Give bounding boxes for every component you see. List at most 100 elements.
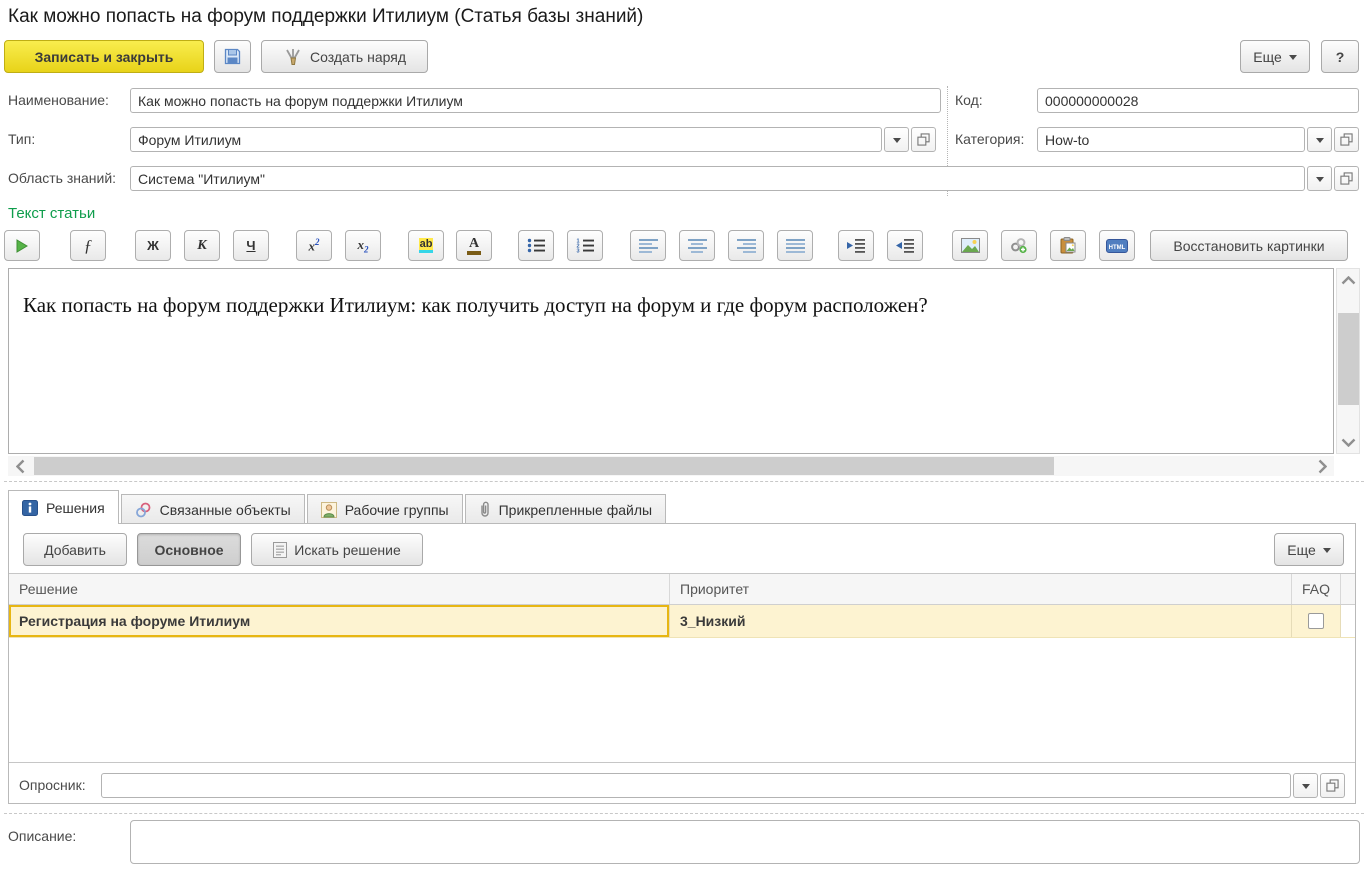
italic-button[interactable]: К [184, 230, 220, 261]
cell-solution[interactable]: Регистрация на форуме Итилиум [9, 605, 670, 637]
knowledge-area-dropdown-button[interactable] [1307, 166, 1332, 191]
scroll-right-icon[interactable] [1314, 456, 1330, 476]
formula-button[interactable]: ƒ [70, 230, 106, 261]
tab-attached-files[interactable]: Прикрепленные файлы [465, 494, 666, 524]
code-input[interactable] [1037, 88, 1359, 113]
underline-button[interactable]: Ч [233, 230, 269, 261]
article-text-editor[interactable]: Как попасть на форум поддержки Итилиум: … [8, 268, 1334, 454]
superscript-icon: x2 [309, 237, 320, 254]
article-vertical-scrollbar[interactable] [1336, 268, 1360, 454]
article-text: Как попасть на форум поддержки Итилиум: … [23, 293, 1319, 318]
indent-decrease-button[interactable] [887, 230, 923, 261]
tab-linked-objects[interactable]: Связанные объекты [121, 494, 305, 524]
type-open-button[interactable] [911, 127, 936, 152]
paste-icon [1060, 237, 1076, 254]
highlight-color-button[interactable]: ab [408, 230, 444, 261]
image-icon [961, 238, 980, 253]
superscript-button[interactable]: x2 [296, 230, 332, 261]
save-and-close-button[interactable]: Записать и закрыть [4, 40, 204, 73]
description-textarea[interactable] [130, 820, 1360, 864]
create-order-icon [283, 47, 303, 67]
add-button[interactable]: Добавить [23, 533, 127, 566]
scroll-left-icon[interactable] [12, 456, 28, 476]
more-button-solutions[interactable]: Еще [1274, 533, 1344, 566]
add-label: Добавить [44, 542, 106, 558]
chevron-down-icon [1302, 784, 1310, 793]
insert-link-button[interactable] [1001, 230, 1037, 261]
type-input[interactable] [130, 127, 882, 152]
search-solution-button[interactable]: Искать решение [251, 533, 423, 566]
highlight-color-icon: ab [419, 238, 434, 253]
type-dropdown-button[interactable] [884, 127, 909, 152]
more-button-top[interactable]: Еще [1240, 40, 1310, 73]
indent-increase-button[interactable] [838, 230, 874, 261]
cell-priority[interactable]: 3_Низкий [670, 605, 1292, 637]
underline-icon: Ч [246, 238, 255, 253]
numbered-list-button[interactable]: 1 2 3 [567, 230, 603, 261]
scrollbar-thumb[interactable] [34, 457, 1054, 475]
article-horizontal-scrollbar[interactable] [8, 456, 1334, 476]
scroll-up-icon[interactable] [1337, 273, 1359, 287]
save-and-close-label: Записать и закрыть [35, 49, 174, 65]
floppy-icon [223, 47, 242, 66]
align-center-button[interactable] [679, 230, 715, 261]
align-left-button[interactable] [630, 230, 666, 261]
subscript-button[interactable]: x2 [345, 230, 381, 261]
tab-label: Связанные объекты [160, 502, 291, 518]
bold-button[interactable]: Ж [135, 230, 171, 261]
scrollbar-thumb[interactable] [1338, 313, 1359, 405]
search-solution-label: Искать решение [294, 542, 401, 558]
category-open-button[interactable] [1334, 127, 1359, 152]
tab-label: Прикрепленные файлы [499, 502, 652, 518]
justify-button[interactable] [777, 230, 813, 261]
solutions-table: Решение Приоритет FAQ Регистрация на фор… [9, 573, 1355, 763]
questionnaire-dropdown-button[interactable] [1293, 773, 1318, 798]
preview-button[interactable] [4, 230, 40, 261]
html-source-button[interactable]: HTML [1099, 230, 1135, 261]
font-color-button[interactable]: A [456, 230, 492, 261]
category-dropdown-button[interactable] [1307, 127, 1332, 152]
category-label: Категория: [955, 127, 1024, 152]
align-center-icon [688, 239, 707, 253]
chevron-down-icon [1316, 138, 1324, 147]
work-groups-icon [321, 502, 337, 518]
description-label: Описание: [8, 824, 76, 849]
insert-image-button[interactable] [952, 230, 988, 261]
questionnaire-open-button[interactable] [1320, 773, 1345, 798]
tab-solutions[interactable]: Решения [8, 490, 119, 524]
column-header-priority[interactable]: Приоритет [670, 574, 1292, 604]
help-button[interactable]: ? [1321, 40, 1359, 73]
knowledge-area-open-button[interactable] [1334, 166, 1359, 191]
name-input[interactable] [130, 88, 941, 113]
faq-checkbox[interactable] [1308, 613, 1324, 629]
open-icon [1340, 172, 1353, 185]
chevron-down-icon [1289, 55, 1297, 64]
bulleted-list-button[interactable] [518, 230, 554, 261]
column-header-solution[interactable]: Решение [9, 574, 670, 604]
subscript-icon: x2 [358, 237, 369, 255]
article-section-title: Текст статьи [8, 205, 95, 222]
bulleted-list-icon [527, 238, 546, 253]
open-icon [1326, 779, 1339, 792]
help-label: ? [1336, 49, 1345, 65]
restore-pictures-button[interactable]: Восстановить картинки [1150, 230, 1348, 261]
info-icon [22, 500, 38, 516]
questionnaire-input[interactable] [101, 773, 1291, 798]
main-button[interactable]: Основное [137, 533, 241, 566]
open-icon [1340, 133, 1353, 146]
questionnaire-label: Опросник: [19, 773, 86, 798]
table-row[interactable]: Регистрация на форуме Итилиум 3_Низкий [9, 605, 1355, 638]
code-label: Код: [955, 88, 983, 113]
knowledge-area-input[interactable] [130, 166, 1305, 191]
more-label: Еще [1253, 49, 1282, 65]
indent-increase-icon [846, 238, 866, 253]
tab-work-groups[interactable]: Рабочие группы [307, 494, 463, 524]
scroll-down-icon[interactable] [1337, 435, 1359, 449]
save-button[interactable] [214, 40, 251, 73]
column-header-faq[interactable]: FAQ [1292, 574, 1341, 604]
create-order-button[interactable]: Создать наряд [261, 40, 428, 73]
paste-button[interactable] [1050, 230, 1086, 261]
category-input[interactable] [1037, 127, 1305, 152]
tab-bar: Решения Связанные объекты Рабочие группы… [8, 490, 668, 524]
align-right-button[interactable] [728, 230, 764, 261]
